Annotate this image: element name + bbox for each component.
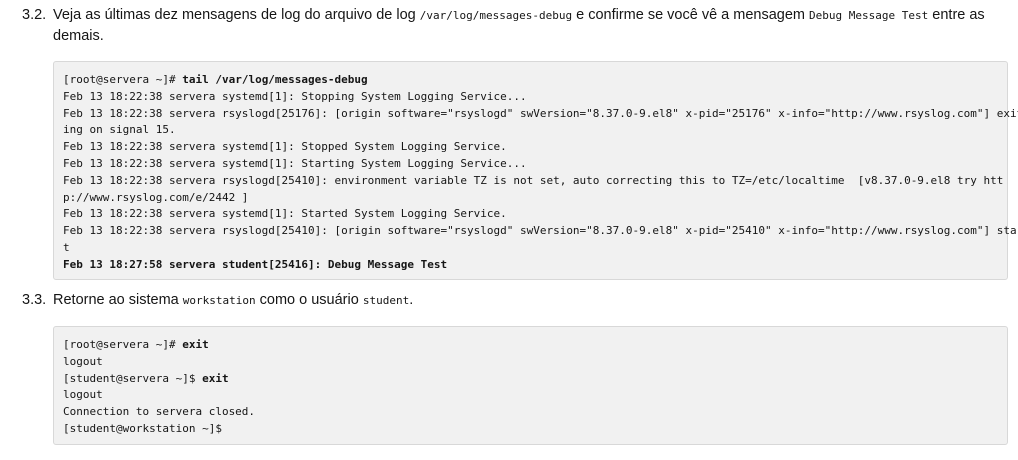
code-line: Feb 13 18:22:38 servera systemd[1]: Star…	[63, 207, 507, 221]
code-line: Feb 13 18:22:38 servera systemd[1]: Star…	[63, 156, 527, 170]
step-instruction: Retorne ao sistema workstation como o us…	[53, 290, 1003, 311]
shell-command: tail /var/log/messages-debug	[182, 73, 368, 86]
shell-command: exit	[202, 371, 229, 385]
code-block-tail: [root@servera ~]# tail /var/log/messages…	[53, 61, 1018, 280]
shell-prompt: [root@servera ~]#	[63, 338, 183, 351]
code-line-prompt: [student@servera ~]$ exit	[63, 371, 998, 388]
code-line-prompt: [root@servera ~]# tail /var/log/messages…	[63, 72, 998, 89]
code-line: ing on signal 15.	[63, 123, 176, 137]
instruction-text: .	[409, 292, 414, 308]
code-line: logout	[63, 354, 103, 368]
instruction-text: demais.	[53, 28, 104, 44]
inline-user: student	[362, 294, 410, 307]
step-number: 3.2.	[22, 7, 47, 23]
inline-message: Debug Message Test	[809, 9, 929, 22]
code-line: Feb 13 18:22:38 servera systemd[1]: Stop…	[63, 89, 527, 103]
code-line: t	[63, 240, 70, 254]
instruction-text: Veja as últimas dez mensagens de log do …	[53, 7, 420, 23]
inline-host: workstation	[182, 294, 256, 307]
code-line: [student@workstation ~]$	[63, 421, 222, 435]
code-line-prompt: [root@servera ~]# exit	[63, 337, 998, 354]
step-number: 3.3.	[22, 292, 47, 308]
code-line: Feb 13 18:22:38 servera rsyslogd[25176]:…	[63, 106, 1018, 120]
shell-prompt: [student@servera ~]$	[63, 371, 203, 385]
code-line-highlight: Feb 13 18:27:58 servera student[25416]: …	[63, 257, 448, 271]
code-line: logout	[63, 388, 103, 402]
code-line: Feb 13 18:22:38 servera rsyslogd[25410]:…	[63, 224, 1018, 238]
shell-prompt: [root@servera ~]#	[63, 73, 183, 86]
code-line: Connection to servera closed.	[63, 405, 256, 419]
code-block-exit: [root@servera ~]# exit logout [student@s…	[53, 326, 1008, 445]
code-line: p://www.rsyslog.com/e/2442 ]	[63, 190, 249, 204]
code-line: Feb 13 18:22:38 servera systemd[1]: Stop…	[63, 140, 507, 154]
shell-command: exit	[182, 338, 209, 351]
instruction-text: como o usuário	[255, 292, 363, 308]
instruction-text: Retorne ao sistema	[53, 292, 183, 308]
inline-path: /var/log/messages-debug	[419, 9, 573, 22]
instruction-text: e confirme se você vê a mensagem	[572, 7, 810, 23]
code-line: Feb 13 18:22:38 servera rsyslogd[25410]:…	[63, 173, 1004, 187]
instruction-text: entre as	[928, 7, 985, 23]
step-instruction: Veja as últimas dez mensagens de log do …	[53, 5, 1003, 47]
